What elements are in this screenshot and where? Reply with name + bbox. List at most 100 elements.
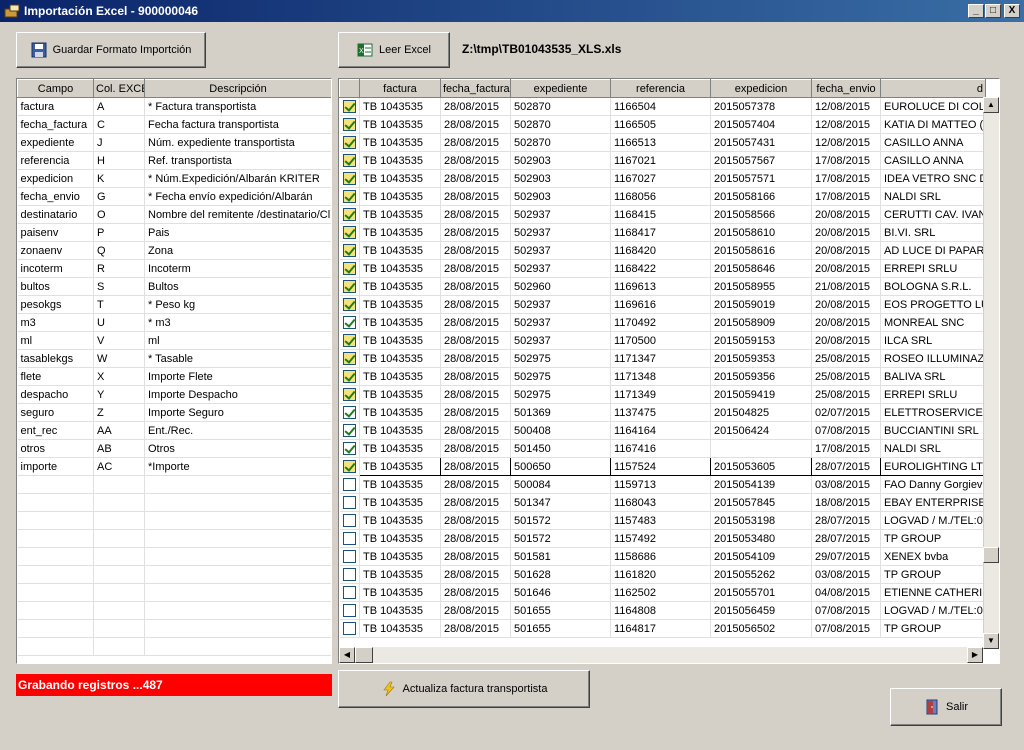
row-checkbox[interactable] bbox=[342, 424, 356, 437]
mapping-header-campo[interactable]: Campo bbox=[17, 79, 94, 98]
mapping-cell-col-excel[interactable]: Q bbox=[93, 241, 145, 260]
data-cell-expediente[interactable]: 502937 bbox=[510, 295, 611, 314]
data-cell-fecha-factura[interactable]: 28/08/2015 bbox=[440, 223, 511, 242]
row-checkbox[interactable] bbox=[342, 460, 356, 473]
data-cell-referencia[interactable]: 1157524 bbox=[610, 457, 711, 476]
data-cell-factura[interactable]: TB 1043535 bbox=[359, 403, 441, 422]
data-cell-referencia[interactable]: 1158686 bbox=[610, 547, 711, 566]
data-cell-fecha-envio[interactable]: 02/07/2015 bbox=[811, 403, 881, 422]
data-header-expediente[interactable]: expediente bbox=[510, 79, 611, 98]
scroll-down-arrow-icon[interactable]: ▼ bbox=[983, 633, 999, 649]
data-cell-fecha-envio[interactable]: 25/08/2015 bbox=[811, 385, 881, 404]
data-row[interactable]: TB 1043535 28/08/2015 502937 1168422 2015058… bbox=[339, 259, 986, 278]
row-checkbox-cell[interactable] bbox=[339, 187, 360, 206]
data-cell-referencia[interactable]: 1168420 bbox=[610, 241, 711, 260]
data-cell-referencia[interactable]: 1167027 bbox=[610, 169, 711, 188]
mapping-cell-descripcion[interactable]: * Factura transportista bbox=[144, 97, 331, 116]
row-checkbox[interactable] bbox=[342, 208, 356, 221]
data-cell-fecha-envio[interactable]: 20/08/2015 bbox=[811, 331, 881, 350]
row-checkbox-cell[interactable] bbox=[339, 313, 360, 332]
data-row[interactable]: TB 1043535 28/08/2015 502903 1167021 2015057… bbox=[339, 151, 986, 170]
data-cell-fecha-envio[interactable]: 04/08/2015 bbox=[811, 583, 881, 602]
data-cell-fecha-factura[interactable]: 28/08/2015 bbox=[440, 151, 511, 170]
data-row[interactable]: TB 1043535 28/08/2015 502870 1166513 2015057… bbox=[339, 133, 986, 152]
row-checkbox[interactable] bbox=[342, 568, 356, 581]
row-checkbox[interactable] bbox=[342, 262, 356, 275]
data-cell-referencia[interactable]: 1171349 bbox=[610, 385, 711, 404]
mapping-cell-col-excel[interactable]: Y bbox=[93, 385, 145, 404]
data-cell-factura[interactable]: TB 1043535 bbox=[359, 619, 441, 638]
row-checkbox-cell[interactable] bbox=[339, 493, 360, 512]
mapping-cell-col-excel[interactable]: S bbox=[93, 277, 145, 296]
data-cell-fecha-factura[interactable]: 28/08/2015 bbox=[440, 367, 511, 386]
data-cell-destinatario[interactable]: NALDI SRL bbox=[880, 187, 986, 206]
vertical-scrollbar[interactable]: ▲ ▼ bbox=[983, 97, 999, 649]
row-checkbox-cell[interactable] bbox=[339, 457, 360, 476]
mapping-cell-col-excel[interactable]: P bbox=[93, 223, 145, 242]
mapping-cell-col-excel[interactable]: W bbox=[93, 349, 145, 368]
mapping-row[interactable]: incoterm R Incoterm bbox=[17, 259, 331, 278]
mapping-cell-col-excel[interactable]: R bbox=[93, 259, 145, 278]
data-cell-factura[interactable]: TB 1043535 bbox=[359, 151, 441, 170]
data-cell-destinatario[interactable]: MONREAL SNC bbox=[880, 313, 986, 332]
data-cell-fecha-envio[interactable]: 07/08/2015 bbox=[811, 601, 881, 620]
data-row[interactable]: TB 1043535 28/08/2015 502937 1168420 2015058… bbox=[339, 241, 986, 260]
data-cell-expediente[interactable]: 501369 bbox=[510, 403, 611, 422]
data-cell-fecha-envio[interactable]: 18/08/2015 bbox=[811, 493, 881, 512]
row-checkbox-cell[interactable] bbox=[339, 403, 360, 422]
data-row[interactable]: TB 1043535 28/08/2015 502937 1168417 2015058… bbox=[339, 223, 986, 242]
mapping-cell-campo[interactable]: paisenv bbox=[17, 223, 94, 242]
mapping-cell-campo[interactable]: importe bbox=[17, 457, 94, 476]
row-checkbox-cell[interactable] bbox=[339, 295, 360, 314]
mapping-cell-col-excel[interactable]: V bbox=[93, 331, 145, 350]
data-cell-expediente[interactable]: 500084 bbox=[510, 475, 611, 494]
data-cell-destinatario[interactable]: CASILLO ANNA bbox=[880, 133, 986, 152]
data-row[interactable]: TB 1043535 28/08/2015 502975 1171348 2015059… bbox=[339, 367, 986, 386]
horizontal-scrollbar[interactable]: ◀ ▶ bbox=[339, 647, 983, 663]
row-checkbox-cell[interactable] bbox=[339, 511, 360, 530]
data-cell-expediente[interactable]: 502903 bbox=[510, 151, 611, 170]
data-cell-fecha-factura[interactable]: 28/08/2015 bbox=[440, 403, 511, 422]
row-checkbox-cell[interactable] bbox=[339, 169, 360, 188]
data-cell-expediente[interactable]: 501347 bbox=[510, 493, 611, 512]
data-cell-destinatario[interactable]: NALDI SRL bbox=[880, 439, 986, 458]
mapping-row[interactable]: m3 U * m3 bbox=[17, 313, 331, 332]
data-cell-expediente[interactable]: 501655 bbox=[510, 619, 611, 638]
data-cell-fecha-envio[interactable]: 03/08/2015 bbox=[811, 475, 881, 494]
mapping-cell-descripcion[interactable]: Importe Seguro bbox=[144, 403, 331, 422]
data-cell-fecha-factura[interactable]: 28/08/2015 bbox=[440, 421, 511, 440]
data-cell-referencia[interactable]: 1164808 bbox=[610, 601, 711, 620]
data-cell-destinatario[interactable]: TP GROUP bbox=[880, 619, 986, 638]
data-cell-fecha-envio[interactable]: 20/08/2015 bbox=[811, 313, 881, 332]
data-cell-expedicion[interactable]: 2015059353 bbox=[710, 349, 812, 368]
data-cell-factura[interactable]: TB 1043535 bbox=[359, 511, 441, 530]
mapping-row[interactable]: otros AB Otros bbox=[17, 439, 331, 458]
data-row[interactable]: TB 1043535 28/08/2015 501655 1164808 2015056… bbox=[339, 601, 986, 620]
row-checkbox[interactable] bbox=[342, 244, 356, 257]
data-header-destinatario[interactable]: d bbox=[880, 79, 986, 98]
mapping-cell-descripcion[interactable]: * m3 bbox=[144, 313, 331, 332]
data-cell-referencia[interactable]: 1166505 bbox=[610, 115, 711, 134]
data-cell-expediente[interactable]: 502937 bbox=[510, 241, 611, 260]
data-cell-referencia[interactable]: 1166513 bbox=[610, 133, 711, 152]
data-cell-expedicion[interactable]: 2015057571 bbox=[710, 169, 812, 188]
data-cell-referencia[interactable]: 1159713 bbox=[610, 475, 711, 494]
data-cell-fecha-envio[interactable]: 17/08/2015 bbox=[811, 151, 881, 170]
data-cell-factura[interactable]: TB 1043535 bbox=[359, 439, 441, 458]
data-cell-expedicion[interactable]: 2015058566 bbox=[710, 205, 812, 224]
mapping-row[interactable]: expedicion K * Núm.Expedición/Albarán KRIT… bbox=[17, 169, 331, 188]
mapping-cell-col-excel[interactable]: AC bbox=[93, 457, 145, 476]
mapping-cell-campo[interactable]: incoterm bbox=[17, 259, 94, 278]
data-cell-fecha-factura[interactable]: 28/08/2015 bbox=[440, 349, 511, 368]
mapping-cell-campo[interactable]: referencia bbox=[17, 151, 94, 170]
data-cell-fecha-factura[interactable]: 28/08/2015 bbox=[440, 241, 511, 260]
mapping-row[interactable]: bultos S Bultos bbox=[17, 277, 331, 296]
data-cell-factura[interactable]: TB 1043535 bbox=[359, 205, 441, 224]
row-checkbox-cell[interactable] bbox=[339, 529, 360, 548]
data-cell-expedicion[interactable]: 2015057567 bbox=[710, 151, 812, 170]
data-cell-fecha-envio[interactable]: 20/08/2015 bbox=[811, 241, 881, 260]
mapping-row[interactable]: ent_rec AA Ent./Rec. bbox=[17, 421, 331, 440]
data-cell-referencia[interactable]: 1169613 bbox=[610, 277, 711, 296]
row-checkbox-cell[interactable] bbox=[339, 619, 360, 638]
data-cell-fecha-envio[interactable]: 28/07/2015 bbox=[811, 457, 881, 476]
